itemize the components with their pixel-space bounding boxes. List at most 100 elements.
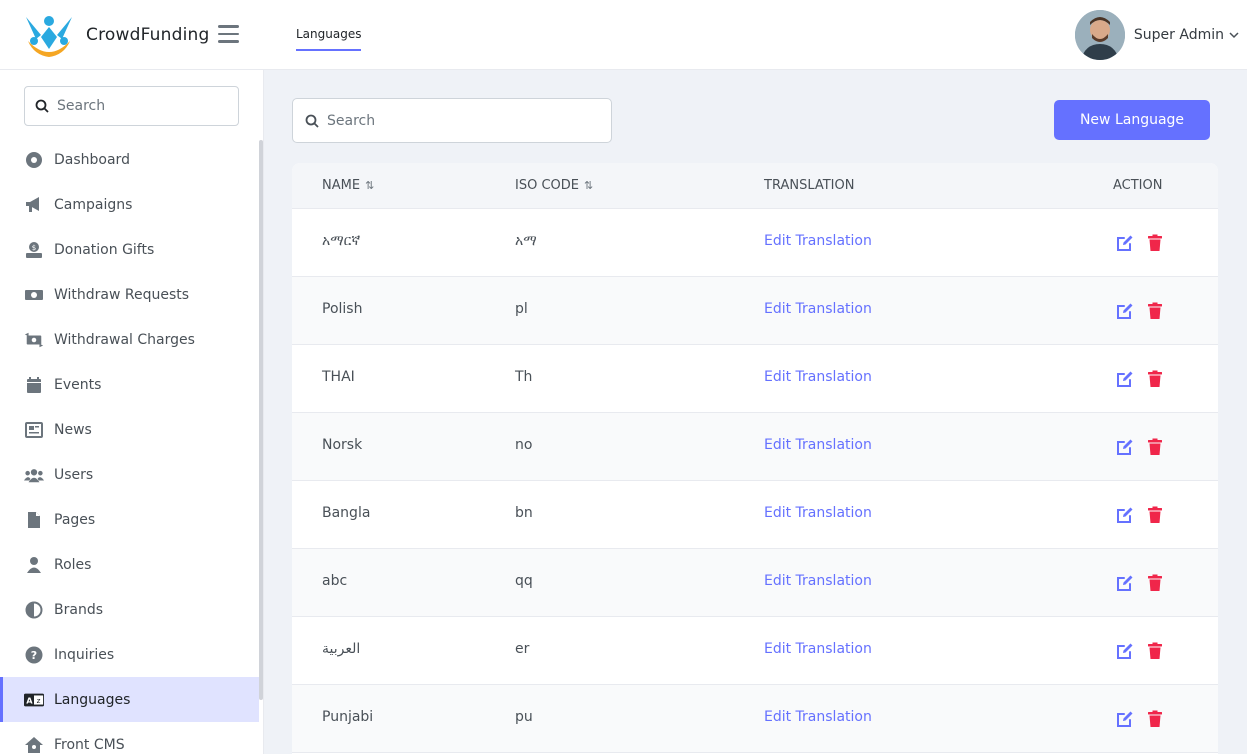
iso-code: pu	[515, 709, 533, 725]
sidebar-item-events[interactable]: Events	[0, 362, 259, 407]
user-name: Super Admin	[1133, 27, 1224, 43]
sidebar-item-dashboard[interactable]: Dashboard	[0, 137, 259, 182]
table-row: Polish pl Edit Translation	[292, 277, 1218, 345]
sidebar-search-placeholder: Search	[57, 98, 106, 114]
column-header-name[interactable]: NAME ⇅	[322, 178, 374, 193]
tab-languages[interactable]: Languages	[296, 27, 362, 51]
newspaper-icon	[24, 420, 44, 440]
sidebar-item-label: Events	[54, 376, 102, 393]
sidebar-item-donation-gifts[interactable]: $ Donation Gifts	[0, 227, 259, 272]
sidebar-menu: Dashboard Campaigns $ Donation Gifts Wit…	[0, 137, 259, 754]
edit-icon[interactable]	[1116, 506, 1134, 524]
sidebar-item-label: Brands	[54, 601, 103, 618]
sidebar-item-news[interactable]: News	[0, 407, 259, 452]
edit-translation-link[interactable]: Edit Translation	[764, 641, 872, 657]
delete-icon[interactable]	[1147, 302, 1165, 320]
search-placeholder: Search	[327, 112, 376, 129]
table-row: Punjabi pu Edit Translation	[292, 685, 1218, 753]
edit-translation-link[interactable]: Edit Translation	[764, 437, 872, 453]
edit-translation-link[interactable]: Edit Translation	[764, 505, 872, 521]
column-header-iso-code[interactable]: ISO CODE ⇅	[515, 178, 593, 193]
sidebar-item-label: Campaigns	[54, 196, 133, 213]
delete-icon[interactable]	[1147, 370, 1165, 388]
column-label: ISO CODE	[515, 178, 579, 193]
user-menu[interactable]: Super Admin	[1074, 10, 1239, 60]
edit-icon[interactable]	[1116, 710, 1134, 728]
language-name: Norsk	[322, 437, 363, 453]
users-icon	[24, 465, 44, 485]
sort-icon: ⇅	[583, 179, 594, 192]
svg-text:$: $	[32, 244, 36, 252]
sidebar-scrollbar[interactable]	[259, 140, 263, 700]
edit-icon[interactable]	[1116, 574, 1134, 592]
sidebar-item-brands[interactable]: Brands	[0, 587, 259, 632]
search-icon	[35, 99, 49, 113]
delete-icon[interactable]	[1147, 506, 1165, 524]
sidebar-item-label: Withdrawal Charges	[54, 331, 195, 348]
sidebar-search-input[interactable]: Search	[24, 86, 239, 126]
iso-code: no	[515, 437, 533, 453]
sidebar-item-label: Front CMS	[54, 736, 125, 753]
exchange-icon	[24, 330, 44, 350]
sidebar-item-label: Dashboard	[54, 151, 130, 168]
column-label: ACTION	[1113, 178, 1163, 193]
edit-translation-link[interactable]: Edit Translation	[764, 301, 872, 317]
edit-icon[interactable]	[1116, 642, 1134, 660]
sidebar-item-pages[interactable]: Pages	[0, 497, 259, 542]
delete-icon[interactable]	[1147, 642, 1165, 660]
language-name: العربية	[322, 641, 361, 657]
calendar-icon	[24, 375, 44, 395]
language-icon: Az	[24, 690, 44, 710]
language-name: Punjabi	[322, 709, 374, 725]
edit-translation-link[interactable]: Edit Translation	[764, 233, 872, 249]
question-icon: ?	[24, 645, 44, 665]
sidebar-item-label: Roles	[54, 556, 92, 573]
money-icon	[24, 285, 44, 305]
edit-icon[interactable]	[1116, 302, 1134, 320]
search-icon	[305, 114, 319, 128]
column-label: NAME	[322, 178, 361, 193]
table-row: THAI Th Edit Translation	[292, 345, 1218, 413]
crowdfunding-logo-icon	[26, 16, 72, 57]
language-name: THAI	[322, 369, 355, 385]
delete-icon[interactable]	[1147, 574, 1165, 592]
table-row: Bangla bn Edit Translation	[292, 481, 1218, 549]
chevron-down-icon	[1229, 32, 1239, 39]
svg-text:A: A	[26, 695, 33, 705]
sidebar-item-users[interactable]: Users	[0, 452, 259, 497]
edit-icon[interactable]	[1116, 234, 1134, 252]
sidebar-item-languages[interactable]: Az Languages	[0, 677, 259, 722]
sidebar-item-roles[interactable]: Roles	[0, 542, 259, 587]
brand[interactable]: CrowdFunding	[24, 11, 209, 59]
sidebar-item-label: Inquiries	[54, 646, 115, 663]
iso-code: bn	[515, 505, 533, 521]
sidebar-item-label: News	[54, 421, 92, 438]
sidebar-item-withdrawal-charges[interactable]: Withdrawal Charges	[0, 317, 259, 362]
sidebar-item-label: Donation Gifts	[54, 241, 155, 258]
delete-icon[interactable]	[1147, 710, 1165, 728]
delete-icon[interactable]	[1147, 438, 1165, 456]
user-icon	[24, 555, 44, 575]
search-input[interactable]: Search	[292, 98, 612, 143]
sidebar-item-front-cms[interactable]: Front CMS	[0, 722, 259, 754]
delete-icon[interactable]	[1147, 234, 1165, 252]
edit-translation-link[interactable]: Edit Translation	[764, 369, 872, 385]
new-language-button[interactable]: New Language	[1054, 100, 1210, 140]
sidebar-item-campaigns[interactable]: Campaigns	[0, 182, 259, 227]
sidebar-item-label: Pages	[54, 511, 96, 528]
edit-translation-link[interactable]: Edit Translation	[764, 709, 872, 725]
home-icon	[24, 735, 44, 754]
edit-icon[interactable]	[1116, 370, 1134, 388]
table-row: العربية er Edit Translation	[292, 617, 1218, 685]
hamburger-menu-icon[interactable]	[218, 25, 239, 44]
edit-translation-link[interactable]: Edit Translation	[764, 573, 872, 589]
sidebar-item-inquiries[interactable]: ? Inquiries	[0, 632, 259, 677]
table-row: abc qq Edit Translation	[292, 549, 1218, 617]
edit-icon[interactable]	[1116, 438, 1134, 456]
half-circle-icon	[24, 600, 44, 620]
brand-name: CrowdFunding	[86, 25, 210, 45]
language-name: abc	[322, 573, 348, 589]
language-name: አማርኛ	[322, 233, 361, 249]
language-name: Bangla	[322, 505, 371, 521]
sidebar-item-withdraw-requests[interactable]: Withdraw Requests	[0, 272, 259, 317]
